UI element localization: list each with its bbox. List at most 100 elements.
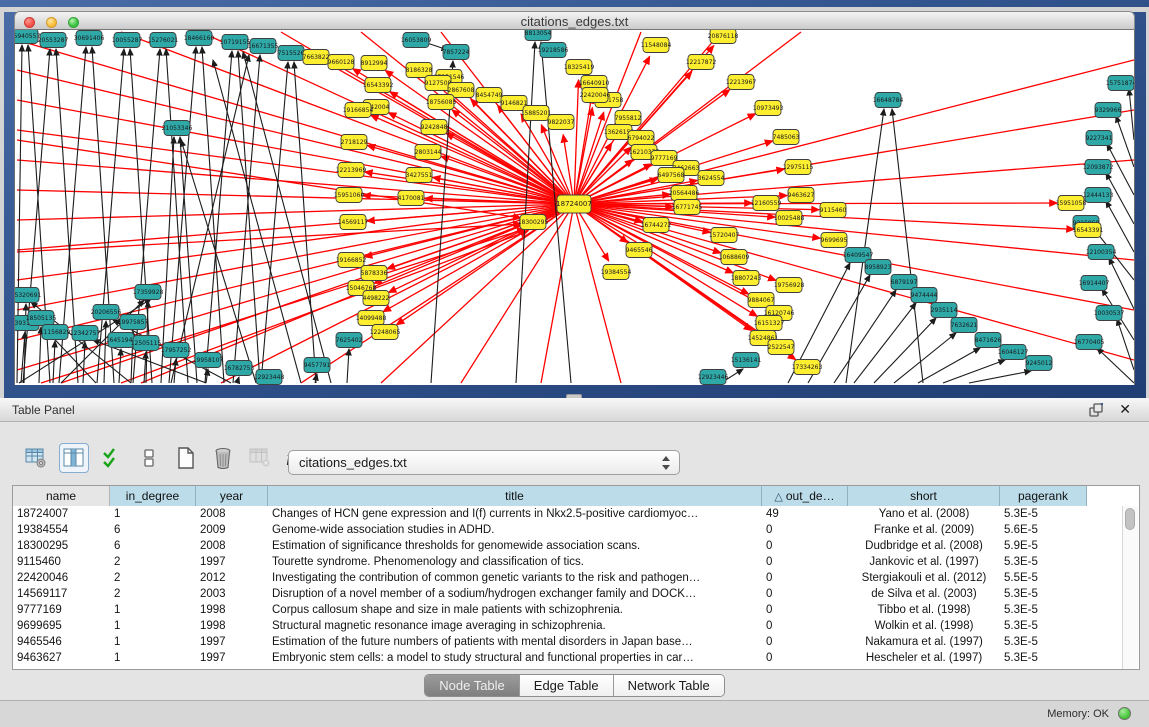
graph-node[interactable]: 14569117 (338, 215, 369, 230)
graph-node[interactable]: 8958923 (865, 260, 892, 275)
table-row[interactable]: 946362711997Embryonic stem cells: a mode… (13, 650, 1139, 666)
table-cell[interactable]: Corpus callosum shape and size in male p… (268, 602, 762, 618)
graph-node[interactable]: 20564486 (669, 186, 700, 201)
table-cell[interactable]: 5.3E-5 (1000, 554, 1087, 570)
table-cell[interactable]: 1 (110, 618, 196, 634)
table-cell[interactable]: Tibbo et al. (1998) (848, 602, 1000, 618)
graph-node[interactable]: 2718129 (341, 135, 368, 150)
graph-node[interactable]: 7663822 (303, 50, 330, 65)
graph-node[interactable]: 17957252 (161, 343, 192, 358)
graph-node[interactable]: 18505135 (26, 311, 57, 326)
table-cell[interactable]: 1 (110, 506, 196, 522)
graph-node[interactable]: 5878336 (361, 266, 388, 281)
table-cell[interactable]: 1998 (196, 602, 268, 618)
table-cell[interactable]: 9777169 (13, 602, 110, 618)
graph-node[interactable]: 18756085 (426, 95, 457, 110)
graph-node[interactable]: 12342757 (70, 326, 101, 341)
graph-node[interactable]: 9245012 (1026, 356, 1053, 371)
graph-node[interactable]: 15751874 (1106, 76, 1135, 91)
table-cell[interactable]: 2 (110, 554, 196, 570)
graph-node[interactable]: 19958107 (193, 353, 224, 368)
graph-node[interactable]: 2935114 (931, 303, 958, 318)
table-cell[interactable]: Hescheler et al. (1997) (848, 650, 1000, 666)
graph-node[interactable]: 12248065 (370, 325, 401, 340)
graph-node[interactable]: 6497568 (658, 168, 685, 183)
table-cell[interactable]: 0 (762, 650, 848, 666)
graph-node[interactable]: 20876118 (708, 30, 739, 44)
graph-node[interactable]: 17359928 (133, 285, 164, 300)
table-cell[interactable]: 6 (110, 522, 196, 538)
graph-node[interactable]: 12093872 (1083, 160, 1114, 175)
column-header-in_degree[interactable]: in_degree (110, 486, 196, 506)
table-cell[interactable]: 2008 (196, 538, 268, 554)
tab-network-table[interactable]: Network Table (614, 675, 724, 696)
table-cell[interactable]: 0 (762, 538, 848, 554)
graph-node[interactable]: 10055287 (112, 33, 143, 48)
graph-node[interactable]: 9463627 (788, 188, 815, 203)
graph-node[interactable]: 18300295 (518, 215, 549, 230)
table-cell[interactable]: 5.9E-5 (1000, 538, 1087, 554)
table-row[interactable]: 1456911722003Disruption of a novel membe… (13, 586, 1139, 602)
graph-node[interactable]: 12100354 (1086, 245, 1117, 260)
graph-node[interactable]: 10030537 (1094, 306, 1125, 321)
graph-node[interactable]: 12923448 (254, 370, 285, 385)
table-cell[interactable]: 2008 (196, 506, 268, 522)
table-cell[interactable]: 2009 (196, 522, 268, 538)
graph-node[interactable]: 16543392 (363, 78, 394, 93)
table-row[interactable]: 977716911998Corpus callosum shape and si… (13, 602, 1139, 618)
table-cell[interactable]: 9115460 (13, 554, 110, 570)
table-cell[interactable]: 0 (762, 522, 848, 538)
graph-node[interactable]: 9115460 (820, 203, 847, 218)
graph-node[interactable]: 12444133 (1083, 188, 1114, 203)
graph-node[interactable]: 10973493 (753, 101, 784, 116)
graph-node[interactable]: 14099488 (356, 311, 387, 326)
row-height-icon[interactable] (135, 444, 163, 472)
graph-node[interactable]: 7485063 (773, 130, 800, 145)
graph-node[interactable]: 9699695 (821, 233, 848, 248)
table-cell[interactable]: 1997 (196, 634, 268, 650)
table-cell[interactable]: 5.3E-5 (1000, 650, 1087, 666)
table-cell[interactable]: 2003 (196, 586, 268, 602)
table-cell[interactable]: 0 (762, 618, 848, 634)
graph-node[interactable]: 12505115 (131, 336, 162, 351)
table-row[interactable]: 1872400712008Changes of HCN gene express… (13, 506, 1139, 522)
table-cell[interactable]: 1 (110, 602, 196, 618)
table-cell[interactable]: 14569117 (13, 586, 110, 602)
graph-node[interactable]: 9465546 (626, 243, 653, 258)
graph-node[interactable]: 8912994 (361, 56, 388, 71)
modify-table-icon[interactable] (22, 444, 50, 472)
table-cell[interactable]: Franke et al. (2009) (848, 522, 1000, 538)
table-cell[interactable]: 5.3E-5 (1000, 634, 1087, 650)
graph-node[interactable]: 16782753 (224, 361, 255, 376)
graph-node[interactable]: 15136141 (731, 353, 762, 368)
graph-node[interactable]: 16671355 (248, 39, 279, 54)
graph-node[interactable]: 17334263 (792, 360, 823, 375)
graph-node[interactable]: 19218586 (538, 43, 569, 58)
table-cell[interactable]: 2 (110, 586, 196, 602)
graph-node[interactable]: 10025488 (774, 211, 805, 226)
table-cell[interactable]: 5.3E-5 (1000, 602, 1087, 618)
graph-node[interactable]: 19384554 (601, 265, 632, 280)
table-cell[interactable]: Investigating the contribution of common… (268, 570, 762, 586)
graph-node[interactable]: 18466160 (184, 31, 215, 46)
graph-node[interactable]: 19756928 (774, 278, 805, 293)
table-cell[interactable]: 18300295 (13, 538, 110, 554)
table-cell[interactable]: Dudbridge et al. (2008) (848, 538, 1000, 554)
graph-node[interactable]: 9227341 (1086, 131, 1113, 146)
graph-node[interactable]: 9660128 (328, 55, 355, 70)
column-header-name[interactable]: name (13, 486, 110, 506)
graph-node[interactable]: 8454749 (476, 88, 503, 103)
graph-node[interactable]: 7515526 (278, 46, 305, 61)
graph-node[interactable]: 19166854 (343, 103, 374, 118)
graph-node[interactable]: 11548084 (641, 38, 672, 53)
graph-node[interactable]: 12975115 (783, 160, 814, 175)
network-window-titlebar[interactable]: citations_edges.txt (14, 11, 1135, 30)
graph-hub-node[interactable]: 18724007 (556, 195, 592, 213)
graph-node[interactable]: 18807243 (731, 271, 762, 286)
graph-node[interactable]: 16771745 (672, 200, 703, 215)
graph-node[interactable]: 16744272 (641, 218, 672, 233)
table-scrollbar[interactable] (1122, 506, 1138, 669)
graph-node[interactable]: 21053346 (162, 121, 193, 136)
delete-entries-icon[interactable] (209, 444, 237, 472)
graph-node[interactable]: 30691406 (74, 31, 105, 46)
